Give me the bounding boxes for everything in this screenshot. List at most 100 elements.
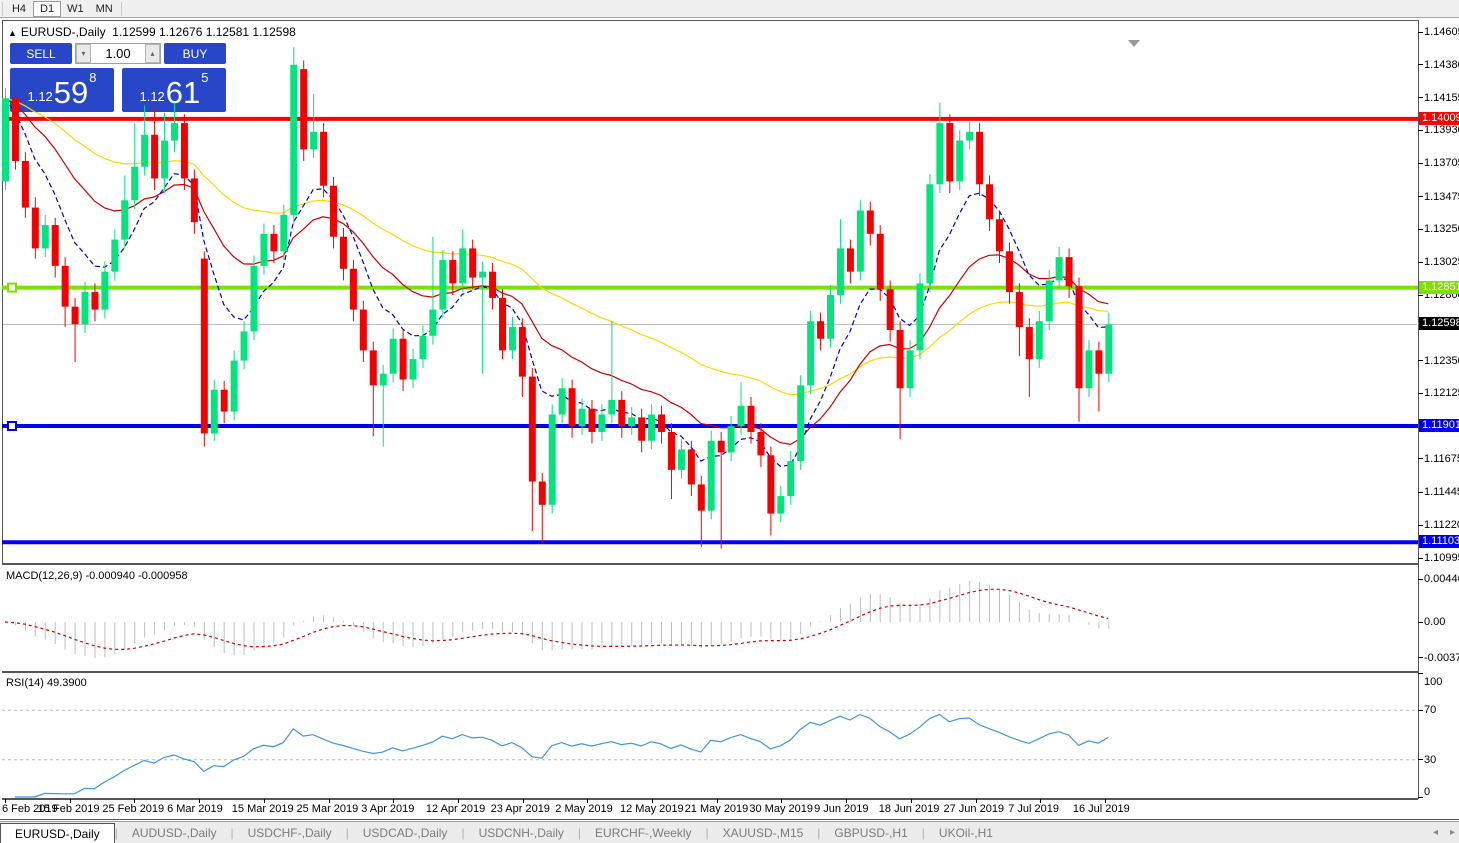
rsi-label: RSI(14) 49.3900 bbox=[6, 677, 87, 689]
price-tick: 1.11445 bbox=[1424, 486, 1459, 498]
panel-divider bbox=[2, 671, 1418, 673]
axis-tickmark bbox=[1418, 393, 1423, 394]
axis-tickmark bbox=[1418, 295, 1423, 296]
rsi-axis-label: 0 bbox=[1424, 786, 1430, 798]
price-tick: 1.12350 bbox=[1424, 355, 1459, 367]
tab-scroll-left-icon[interactable]: ◂ bbox=[1433, 827, 1438, 838]
ohlc-values: 1.12599 1.12676 1.12581 1.12598 bbox=[112, 25, 296, 39]
price-tick: 1.14380 bbox=[1424, 59, 1459, 71]
tab-usdcnh-daily[interactable]: USDCNH-,Daily bbox=[465, 823, 578, 843]
tab-xauusd-m15[interactable]: XAUUSD-,M15 bbox=[709, 823, 818, 843]
macd-axis-label: -0.003715 bbox=[1424, 652, 1459, 664]
volume-spinner: ▾ 1.00 ▴ bbox=[75, 43, 161, 64]
tab-ukoil-h1[interactable]: UKOil-,H1 bbox=[925, 823, 1007, 843]
rsi-axis-label: 30 bbox=[1424, 754, 1436, 766]
axis-tickmark bbox=[1418, 262, 1423, 263]
terminal-window: H4D1W1MN ▲ EURUSD-,Daily 1.12599 1.12676 … bbox=[0, 0, 1459, 843]
axis-tickmark bbox=[1418, 673, 1423, 674]
axis-tickmark bbox=[1418, 458, 1423, 459]
date-label: 25 Feb 2019 bbox=[102, 803, 164, 815]
price-tick: 1.11220 bbox=[1424, 519, 1459, 531]
date-label: 23 Apr 2019 bbox=[491, 803, 550, 815]
buy-price-prefix: 1.12 bbox=[139, 89, 164, 104]
axis-tickmark bbox=[1418, 492, 1423, 493]
sell-price-display[interactable]: 1.12 59 8 bbox=[10, 68, 114, 112]
chart-shift-marker-icon[interactable] bbox=[1128, 40, 1140, 47]
date-label: 12 May 2019 bbox=[620, 803, 684, 815]
axis-tickmark bbox=[1418, 32, 1423, 33]
sell-button[interactable]: SELL bbox=[10, 43, 72, 64]
tab-eurchf-weekly[interactable]: EURCHF-,Weekly bbox=[581, 823, 705, 843]
price-badge-1.12598: 1.12598 bbox=[1419, 317, 1459, 330]
timeframe-button-mn[interactable]: MN bbox=[90, 1, 119, 17]
symbol-name: EURUSD-,Daily bbox=[21, 25, 106, 39]
tab-audusd-daily[interactable]: AUDUSD-,Daily bbox=[118, 823, 231, 843]
axis-tickmark bbox=[1418, 797, 1423, 798]
price-tick: 1.14605 bbox=[1424, 26, 1459, 38]
panel-divider bbox=[2, 563, 1418, 565]
axis-tickmark bbox=[1418, 525, 1423, 526]
chart-tab-bar: EURUSD-,Daily|AUDUSD-,Daily|USDCHF-,Dail… bbox=[0, 821, 1459, 843]
sell-price-prefix: 1.12 bbox=[27, 89, 52, 104]
date-label: 15 Mar 2019 bbox=[232, 803, 294, 815]
tab-eurusd-daily[interactable]: EURUSD-,Daily bbox=[0, 823, 115, 843]
axis-tickmark bbox=[1418, 196, 1423, 197]
macd-label: MACD(12,26,9) -0.000940 -0.000958 bbox=[6, 570, 188, 582]
volume-input[interactable]: 1.00 bbox=[91, 46, 145, 61]
price-tick: 1.10995 bbox=[1424, 552, 1459, 564]
price-badge-1.14009: 1.14009 bbox=[1419, 112, 1459, 125]
axis-tickmark bbox=[1418, 759, 1423, 760]
rsi-axis-label: 70 bbox=[1424, 704, 1436, 716]
price-tick: 1.13705 bbox=[1424, 157, 1459, 169]
date-label: 9 Jun 2019 bbox=[814, 803, 868, 815]
buy-button[interactable]: BUY bbox=[164, 43, 226, 64]
volume-decrease-icon[interactable]: ▾ bbox=[76, 44, 91, 63]
axis-tickmark bbox=[1418, 622, 1423, 623]
price-tick: 1.13025 bbox=[1424, 256, 1459, 268]
axis-tickmark bbox=[1418, 229, 1423, 230]
macd-axis-label: 0.004465 bbox=[1424, 573, 1459, 585]
tab-scroll-right-icon[interactable]: ▸ bbox=[1450, 827, 1455, 838]
date-label: 25 Mar 2019 bbox=[297, 803, 359, 815]
buy-price-display[interactable]: 1.12 61 5 bbox=[122, 68, 226, 112]
date-label: 3 Apr 2019 bbox=[361, 803, 414, 815]
panel-divider bbox=[2, 20, 3, 563]
axis-tickmark bbox=[1418, 163, 1423, 164]
date-label: 15 Feb 2019 bbox=[38, 803, 100, 815]
timeframe-button-h4[interactable]: H4 bbox=[5, 1, 33, 17]
date-label: 18 Jun 2019 bbox=[879, 803, 940, 815]
price-tick: 1.13930 bbox=[1424, 124, 1459, 136]
panel-divider bbox=[2, 20, 1418, 21]
one-click-trading-panel: SELL ▾ 1.00 ▴ BUY 1.12 59 8 1.12 61 5 bbox=[10, 43, 226, 119]
date-label: 12 Apr 2019 bbox=[426, 803, 485, 815]
buy-price-sup: 5 bbox=[201, 70, 208, 85]
price-tick: 1.12125 bbox=[1424, 387, 1459, 399]
collapse-panel-icon[interactable]: ▲ bbox=[8, 28, 17, 38]
chart-window: ▲ EURUSD-,Daily 1.12599 1.12676 1.12581 1… bbox=[0, 19, 1459, 843]
tab-gbpusd-h1[interactable]: GBPUSD-,H1 bbox=[820, 823, 921, 843]
axis-tickmark bbox=[1418, 360, 1423, 361]
volume-increase-icon[interactable]: ▴ bbox=[145, 44, 160, 63]
date-label: 27 Jun 2019 bbox=[944, 803, 1005, 815]
date-label: 16 Jul 2019 bbox=[1073, 803, 1130, 815]
axis-tickmark bbox=[1418, 579, 1423, 580]
toolbar-separator bbox=[121, 2, 122, 16]
panel-divider bbox=[2, 798, 1418, 800]
date-label: 2 May 2019 bbox=[555, 803, 612, 815]
price-tick: 1.13250 bbox=[1424, 223, 1459, 235]
timeframe-button-d1[interactable]: D1 bbox=[33, 1, 61, 17]
tab-usdchf-daily[interactable]: USDCHF-,Daily bbox=[234, 823, 346, 843]
price-badge-1.12851: 1.12851 bbox=[1419, 281, 1459, 294]
tab-usdcad-daily[interactable]: USDCAD-,Daily bbox=[349, 823, 462, 843]
price-badge-1.11901: 1.11901 bbox=[1419, 419, 1459, 432]
sell-price-sup: 8 bbox=[89, 70, 96, 85]
toolbar-grip bbox=[2, 2, 3, 16]
axis-tickmark bbox=[1418, 64, 1423, 65]
chart-title: ▲ EURUSD-,Daily 1.12599 1.12676 1.12581 1… bbox=[8, 25, 296, 39]
panel-divider bbox=[0, 819, 1459, 820]
price-tick: 1.11675 bbox=[1424, 453, 1459, 465]
timeframe-toolbar: H4D1W1MN bbox=[0, 0, 1459, 18]
axis-tickmark bbox=[1418, 97, 1423, 98]
timeframe-button-w1[interactable]: W1 bbox=[61, 1, 90, 17]
panel-divider bbox=[1418, 20, 1419, 799]
